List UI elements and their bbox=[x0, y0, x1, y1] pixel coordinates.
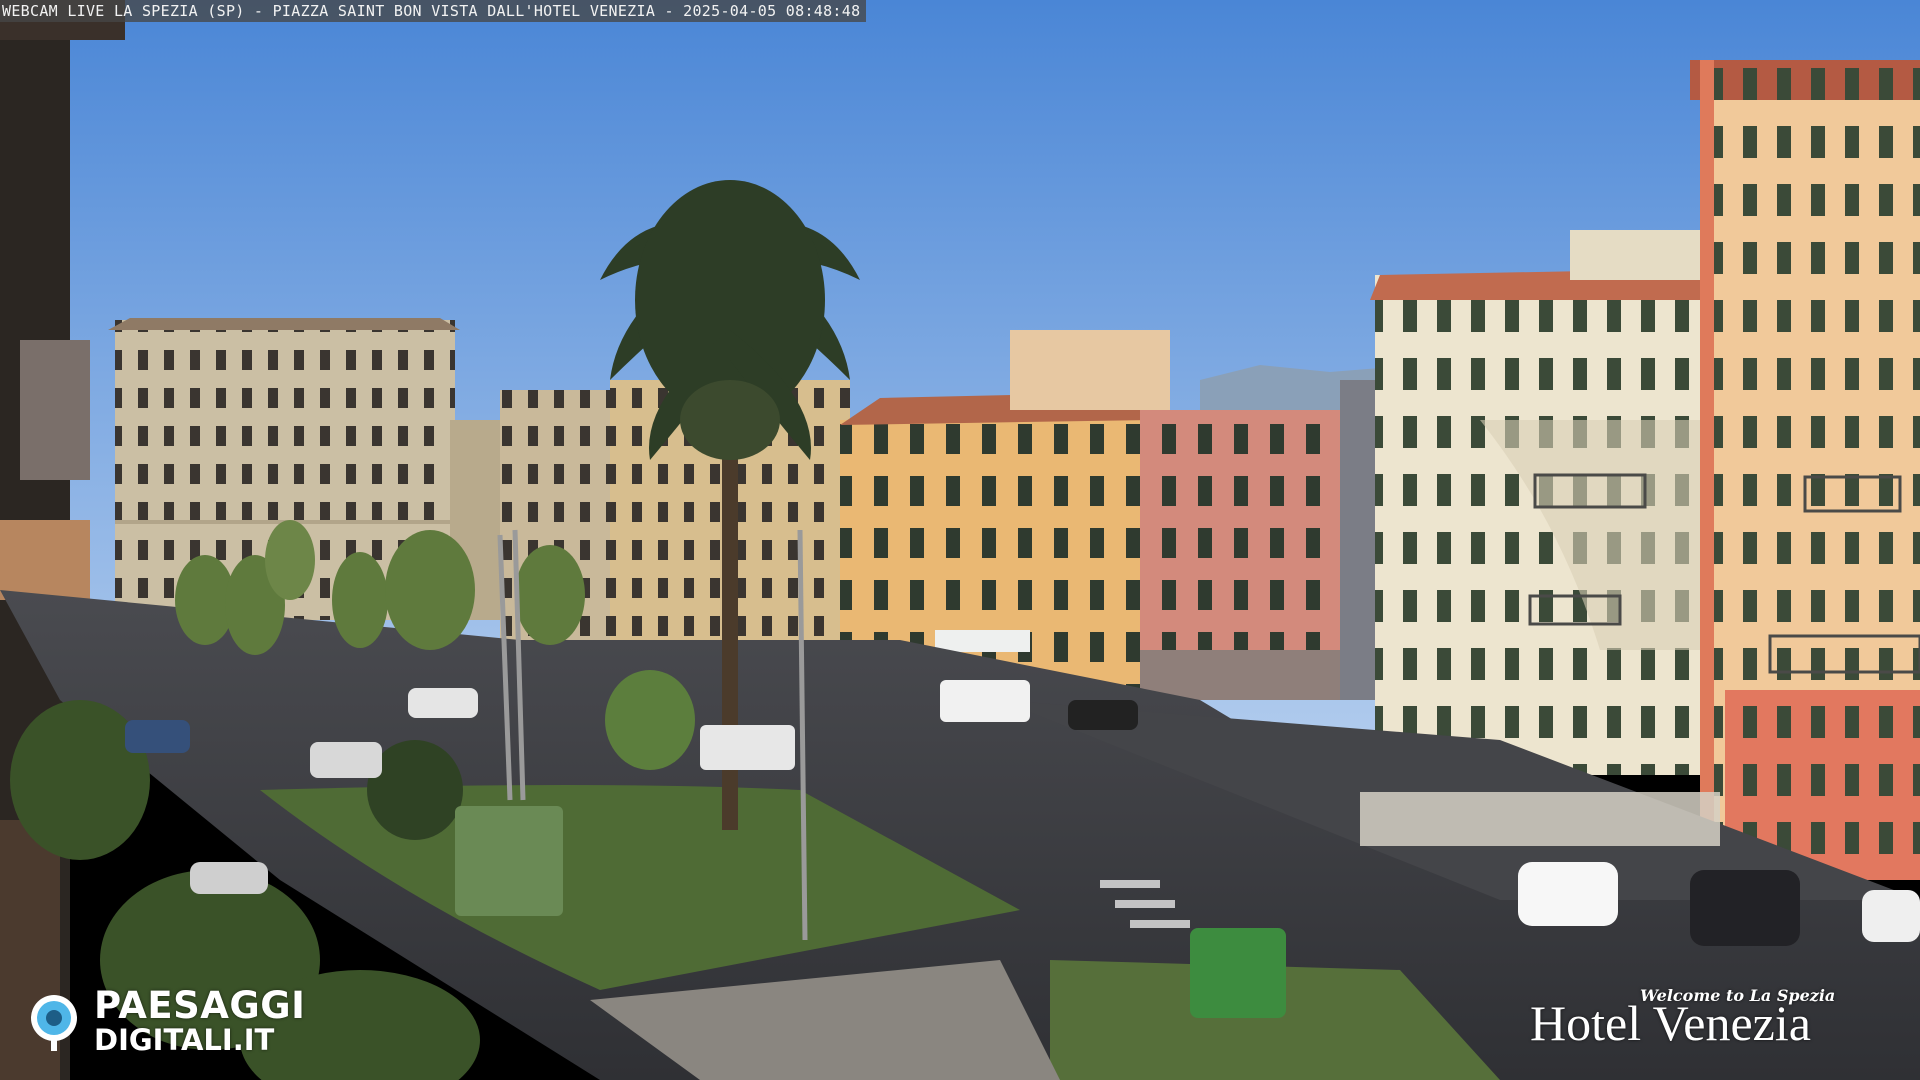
white-van bbox=[940, 680, 1030, 722]
blue-car bbox=[125, 720, 190, 753]
white-minibus bbox=[700, 725, 795, 770]
camera-lens-icon bbox=[31, 995, 77, 1051]
logo-line1: PAESAGGI bbox=[94, 984, 306, 1027]
green-container bbox=[455, 806, 563, 916]
small-tree bbox=[605, 670, 695, 770]
webcam-scene bbox=[0, 0, 1920, 1080]
parked-car-bottom-left bbox=[190, 862, 268, 894]
white-panda bbox=[1518, 862, 1618, 926]
fence bbox=[1360, 792, 1720, 846]
building-right-salmon bbox=[1690, 60, 1920, 880]
building-pink bbox=[1140, 380, 1380, 700]
hotel-venezia-logo: Welcome to La Spezia Hotel Venezia bbox=[1530, 986, 1900, 1058]
webcam-caption: WEBCAM LIVE LA SPEZIA (SP) - PIAZZA SAIN… bbox=[0, 0, 867, 22]
black-car bbox=[1690, 870, 1800, 946]
dark-car bbox=[1068, 700, 1138, 730]
white-car-left bbox=[310, 742, 382, 778]
logo-line2: DIGITALI.IT bbox=[94, 1023, 275, 1057]
building-white-ornate bbox=[1370, 230, 1745, 775]
webcam-frame: WEBCAM LIVE LA SPEZIA (SP) - PIAZZA SAIN… bbox=[0, 0, 1920, 1080]
white-car-right bbox=[1862, 890, 1920, 942]
hotel-name: Hotel Venezia bbox=[1530, 995, 1811, 1051]
paesaggi-digitali-logo: PAESAGGI DIGITALI.IT bbox=[28, 986, 305, 1056]
green-bin bbox=[1190, 928, 1286, 1018]
white-suv bbox=[408, 688, 478, 718]
